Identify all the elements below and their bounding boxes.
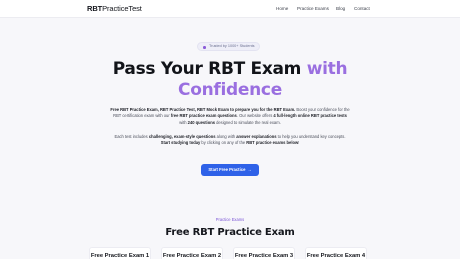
desc-bold: RBT practice exams below [246,140,299,146]
desc-bold: 4 full-length online RBT practice tests [273,113,347,119]
desc-text: with [179,119,188,125]
top-navbar: RBTPracticeTest Home Practice Exams Blog… [0,0,460,18]
nav-links: Home Practice Exams Blog Contact [0,6,460,14]
trust-badge: Trusted by 1000+ Students [197,42,260,51]
hero-title-accent-confidence: Confidence [178,80,282,100]
nav-link-practice-exams[interactable]: Practice Exams [297,6,329,11]
desc-text: ! [298,140,300,146]
hero-title-accent-with: with [306,59,348,79]
desc-text: to help you understand key concepts. [276,134,346,139]
section-eyebrow: Practice Exams [215,217,245,222]
desc-bold: answer explanations [236,134,277,139]
desc-bold: Free RBT Practice Exam, RBT Practice Tes… [110,107,296,112]
practice-exam-card-title: Free Practice Exam 4 [306,253,366,259]
practice-exam-card-title: Free Practice Exam 1 [90,253,150,259]
desc-text: . Our website offers [236,113,274,119]
status-dot-icon [203,46,206,49]
start-free-practice-button[interactable]: Start Free Practice → [201,164,259,176]
practice-exam-card-title: Free Practice Exam 2 [162,253,222,259]
nav-link-home[interactable]: Home [276,6,288,11]
desc-bold: challenging, exam-style questions [148,134,216,139]
desc-text: Each test includes [114,134,149,139]
nav-link-blog[interactable]: Blog [336,6,345,11]
arrow-right-icon: → [247,167,252,172]
section-title: Free RBT Practice Exam [165,227,295,238]
desc-text: along with [215,134,237,139]
desc-text: by clicking on any of the [200,140,247,146]
hero-title-main: Pass Your RBT Exam [112,59,302,79]
hero-title: Pass Your RBT Exam with Confidence [0,59,460,101]
nav-link-contact[interactable]: Contact [354,6,370,11]
practice-exam-card-1[interactable]: Free Practice Exam 1 [89,247,151,259]
hero-description-2: Each test includes challenging, exam-sty… [110,134,350,147]
practice-exam-card-4[interactable]: Free Practice Exam 4 [305,247,367,259]
desc-bold: 240 questions [187,119,215,125]
desc-bold: Start studying today [160,140,201,146]
cta-label: Start Free Practice [208,167,246,172]
trust-badge-label: Trusted by 1000+ Students [209,44,255,48]
desc-text: designed to simulate the real exam. [214,119,281,125]
desc-bold: free RBT practice exam questions [170,113,237,119]
practice-exam-card-2[interactable]: Free Practice Exam 2 [161,247,223,259]
hero-description-1: Free RBT Practice Exam, RBT Practice Tes… [110,107,350,126]
practice-exam-card-title: Free Practice Exam 3 [234,253,294,259]
practice-exam-card-3[interactable]: Free Practice Exam 3 [233,247,295,259]
